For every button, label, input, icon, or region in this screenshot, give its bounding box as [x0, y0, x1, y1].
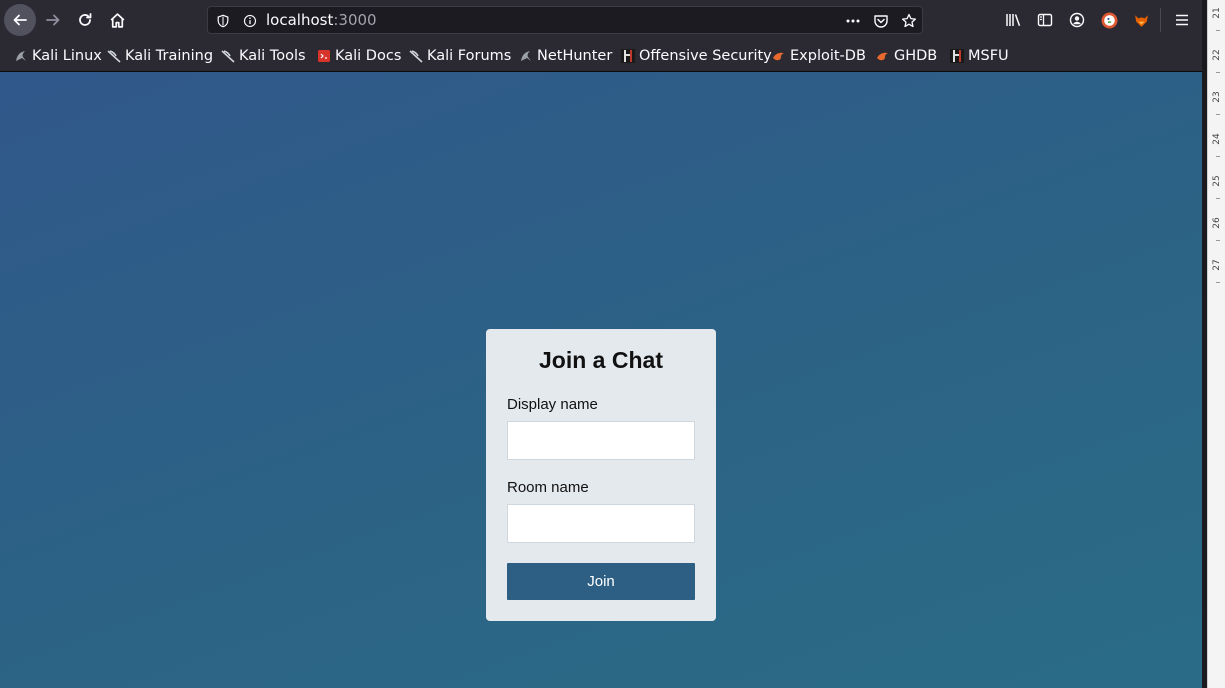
form-title: Join a Chat	[539, 347, 663, 373]
side-ruler: 21 22 23 24 25 26 27	[1207, 0, 1225, 688]
browser-chrome: localhost:3000 Kali Linux Kali Training …	[0, 0, 1202, 72]
pocket-icon[interactable]	[872, 12, 890, 30]
home-button[interactable]	[101, 4, 133, 36]
offsec-icon	[621, 49, 635, 63]
ruler-tick	[1216, 282, 1220, 283]
forward-button[interactable]	[37, 4, 69, 36]
bookmark-label: Kali Linux	[32, 48, 102, 64]
bookmark-label: Exploit-DB	[790, 48, 866, 64]
kali-dragon-icon	[221, 49, 235, 63]
ruler-tick	[1216, 30, 1220, 31]
exploit-db-icon	[876, 49, 890, 63]
kali-dragon-icon	[409, 49, 423, 63]
ruler-tick	[1216, 72, 1220, 73]
toolbar-separator	[1160, 8, 1161, 32]
bookmark-ghdb[interactable]: GHDB	[876, 46, 937, 66]
account-icon[interactable]	[1068, 11, 1086, 29]
exploit-db-icon	[772, 49, 786, 63]
bookmark-kali-docs[interactable]: Kali Docs	[317, 46, 401, 66]
display-name-input[interactable]	[507, 421, 695, 460]
home-icon	[110, 12, 124, 28]
back-button[interactable]	[4, 4, 36, 36]
ruler-label: 26	[1212, 217, 1222, 229]
kali-docs-icon	[317, 49, 331, 63]
bookmark-label: Offensive Security	[639, 48, 772, 64]
url-port: :3000	[333, 11, 377, 29]
address-bar[interactable]: localhost:3000	[207, 6, 923, 34]
bookmark-label: Kali Training	[125, 48, 214, 64]
bookmark-kali-training[interactable]: Kali Training	[107, 46, 213, 66]
kali-dragon-icon	[14, 49, 28, 63]
info-icon[interactable]	[241, 12, 259, 30]
bookmark-label: Kali Tools	[239, 48, 306, 64]
shield-icon[interactable]	[214, 12, 232, 30]
ruler-label: 22	[1212, 49, 1222, 61]
bookmarks-toolbar: Kali Linux Kali Training Kali Tools Kali…	[0, 40, 1202, 71]
bookmark-label: NetHunter	[537, 48, 613, 64]
url-host: localhost	[266, 11, 334, 29]
ruler-label: 23	[1212, 91, 1222, 103]
bookmark-msfu[interactable]: MSFU	[950, 46, 1009, 66]
bookmark-label: GHDB	[894, 48, 938, 64]
bookmark-label: MSFU	[968, 48, 1009, 64]
ruler-label: 27	[1212, 259, 1222, 271]
bookmark-label: Kali Forums	[427, 48, 512, 64]
bookmark-nethunter[interactable]: NetHunter	[519, 46, 612, 66]
room-name-input[interactable]	[507, 504, 695, 543]
sidebar-icon[interactable]	[1036, 11, 1054, 29]
room-name-label: Room name	[507, 479, 589, 496]
arrow-left-icon	[13, 14, 27, 26]
ruler-tick	[1216, 240, 1220, 241]
offsec-icon	[950, 49, 964, 63]
arrow-right-icon	[46, 14, 60, 26]
bookmark-label: Kali Docs	[335, 48, 402, 64]
library-icon[interactable]	[1004, 11, 1022, 29]
ruler-label: 24	[1212, 133, 1222, 145]
ruler-tick	[1216, 198, 1220, 199]
url-text[interactable]: localhost:3000	[266, 11, 377, 29]
reload-button[interactable]	[69, 4, 101, 36]
bookmark-kali-tools[interactable]: Kali Tools	[221, 46, 306, 66]
browser-toolbar: localhost:3000	[0, 0, 1202, 40]
bookmark-exploit-db[interactable]: Exploit-DB	[772, 46, 866, 66]
ruler-tick	[1216, 156, 1220, 157]
bookmark-offensive-security[interactable]: Offensive Security	[621, 46, 772, 66]
ruler-label: 21	[1212, 7, 1222, 19]
display-name-label: Display name	[507, 396, 598, 413]
bookmark-kali-linux[interactable]: Kali Linux	[14, 46, 102, 66]
bookmark-star-icon[interactable]	[900, 12, 918, 30]
ruler-tick	[1216, 114, 1220, 115]
join-chat-card: Join a Chat Display name Room name Join	[486, 329, 716, 621]
join-button[interactable]: Join	[507, 563, 695, 600]
foxyproxy-extension-icon[interactable]	[1132, 11, 1150, 29]
more-actions-icon[interactable]	[844, 12, 862, 30]
kali-dragon-icon	[107, 49, 121, 63]
reload-icon	[79, 13, 92, 26]
kali-dragon-icon	[519, 49, 533, 63]
ruler-label: 25	[1212, 175, 1222, 187]
page-background: Join a Chat Display name Room name Join	[0, 72, 1202, 688]
bookmark-kali-forums[interactable]: Kali Forums	[409, 46, 511, 66]
hamburger-menu-icon[interactable]	[1173, 11, 1191, 29]
duckduckgo-extension-icon[interactable]	[1100, 11, 1118, 29]
